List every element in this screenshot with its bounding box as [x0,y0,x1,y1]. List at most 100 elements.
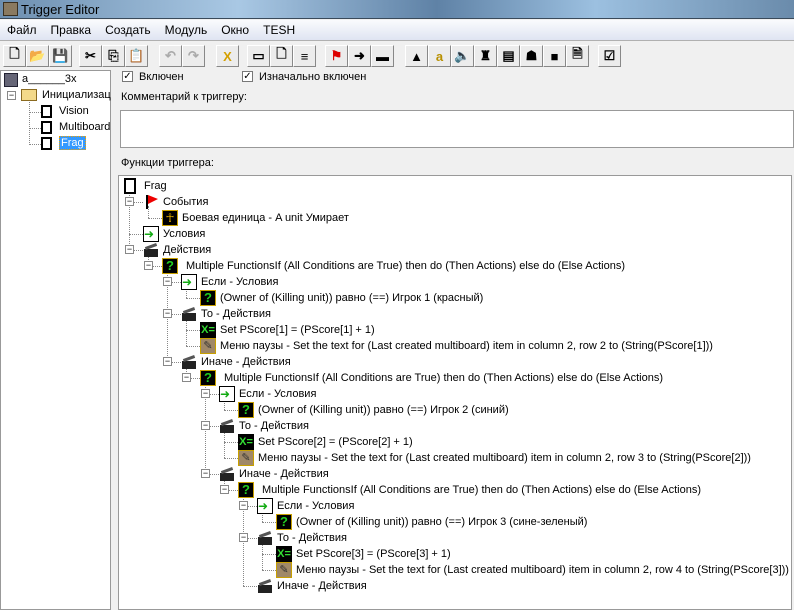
functions-label: Функции триггера: [121,157,214,169]
set-variable-icon: X= [238,434,254,450]
tree-node-label: То - Действия [239,420,309,432]
trigger-item-vision[interactable]: Vision [59,105,89,117]
tree-node-label: То - Действия [277,532,347,544]
new-event-button[interactable]: ⚑ [325,45,348,67]
tree-node-label: Иначе - Действия [201,356,291,368]
map-name[interactable]: a______3x [22,73,76,85]
export-button[interactable]: 🗎 [566,45,589,67]
collapse-icon[interactable]: − [239,501,248,510]
collapse-icon[interactable]: − [163,309,172,318]
trigger-icon [41,121,52,134]
tree-node-label: (Owner of (Killing unit)) равно (==) Игр… [296,516,588,528]
cut-button[interactable]: ✂ [79,45,102,67]
condition-icon: ➜ [143,226,159,242]
new-category-button[interactable]: ▭ [247,45,270,67]
campaign-editor-icon: ▤ [502,48,515,63]
test-map-button[interactable]: ☑ [598,45,621,67]
menu-window[interactable]: Окно [214,20,256,37]
tree-node-label: Меню паузы - Set the text for (Last crea… [296,564,789,576]
action-icon [219,418,235,434]
comment-label: Комментарий к триггеру: [121,91,247,103]
collapse-icon[interactable]: − [239,533,248,542]
campaign-editor-button[interactable]: ▤ [497,45,520,67]
new-action-icon: ▬ [376,48,389,64]
title-bar: Trigger Editor [0,0,794,19]
sound-editor-button[interactable]: 🔈 [451,45,474,67]
action-icon [181,306,197,322]
copy-button[interactable]: ⎘ [102,45,125,67]
save-button[interactable]: 💾 [49,45,72,67]
tree-node-label: Set PScore[1] = (PScore[1] + 1) [220,324,375,336]
comment-textarea[interactable] [120,110,794,148]
action-icon [257,578,273,594]
collapse-icon[interactable]: − [201,469,210,478]
trigger-functions-tree[interactable]: Frag − События ☥ Боевая единица - A unit Уми… [118,175,792,610]
collapse-icon[interactable]: − [220,485,229,494]
action-icon [181,354,197,370]
ai-editor-icon: ☗ [525,48,538,63]
enabled-checkbox[interactable]: ✓ [122,71,133,82]
collapse-icon[interactable]: − [201,389,210,398]
tree-node-label: (Owner of (Killing unit)) равно (==) Игр… [220,292,484,304]
initially-on-label: Изначально включен [259,71,367,83]
collapse-icon[interactable]: − [201,421,210,430]
menu-create[interactable]: Создать [98,20,158,37]
tree-node-label: Действия [163,244,212,256]
condition-icon: ➜ [181,274,197,290]
collapse-icon[interactable]: − [125,197,134,206]
new-trigger-button[interactable]: 🗋 [270,45,293,67]
import-manager-button[interactable]: ■ [543,45,566,67]
collapse-icon[interactable]: − [125,245,134,254]
menu-file[interactable]: Файл [0,20,44,37]
tree-node-label: То - Действия [201,308,271,320]
object-editor-button[interactable]: ♜ [474,45,497,67]
new-condition-button[interactable]: ➜ [348,45,371,67]
tree-node-label: Иначе - Действия [277,580,367,592]
tree-node-label: Multiple FunctionsIf (All Conditions are… [262,484,701,496]
trigger-item-frag[interactable]: Frag [59,136,86,150]
redo-button[interactable]: ↷ [182,45,205,67]
collapse-icon[interactable]: − [163,277,172,286]
tree-node-label: Меню паузы - Set the text for (Last crea… [258,452,751,464]
action-icon [219,466,235,482]
category-name[interactable]: Инициализац [42,89,111,101]
terrain-editor-icon: ▲ [410,48,423,64]
set-variable-icon: X= [276,546,292,562]
new-category-icon: ▭ [252,48,265,63]
multiboard-pen-icon: ✎ [276,562,292,578]
copy-icon: ⎘ [108,48,119,63]
paste-button[interactable]: 📋 [125,45,148,67]
tree-node-label: Multiple FunctionsIf (All Conditions are… [224,372,663,384]
collapse-icon[interactable]: − [7,91,16,100]
trigger-item-multiboard[interactable]: Multiboard [59,121,110,133]
collapse-icon[interactable]: − [144,261,153,270]
sound-editor-icon: 🔈 [454,48,471,63]
menu-tesh[interactable]: TESH [256,20,302,37]
tree-node-label: Set PScore[3] = (PScore[3] + 1) [296,548,451,560]
ai-editor-button[interactable]: ☗ [520,45,543,67]
open-icon: 📂 [29,48,46,63]
open-button[interactable]: 📂 [26,45,49,67]
menu-edit[interactable]: Правка [44,20,99,37]
object-editor-icon: ♜ [479,48,492,63]
menu-bar: Файл Правка Создать Модуль Окно TESH [0,20,794,41]
new-action-button[interactable]: ▬ [371,45,394,67]
delete-button[interactable]: X [216,45,239,67]
if-question-icon: ? [238,402,254,418]
action-icon [143,242,159,258]
terrain-editor-button[interactable]: ▲ [405,45,428,67]
trigger-editor-button[interactable]: a [428,45,451,67]
trigger-list-panel: a______3x − Инициализац Vision Multiboar… [0,70,111,610]
collapse-icon[interactable]: − [182,373,191,382]
initially-on-checkbox[interactable]: ✓ [242,71,253,82]
tree-node-label: Боевая единица - A unit Умирает [182,212,349,224]
unit-icon: ☥ [162,210,178,226]
action-icon [257,530,273,546]
undo-button[interactable]: ↶ [159,45,182,67]
new-comment-button[interactable]: ≡ [293,45,316,67]
new-trigger-icon: 🗋 [276,46,287,61]
menu-module[interactable]: Модуль [158,20,215,37]
collapse-icon[interactable]: − [163,357,172,366]
new-comment-icon: ≡ [300,48,309,64]
new-button[interactable]: 🗋 [3,45,26,67]
